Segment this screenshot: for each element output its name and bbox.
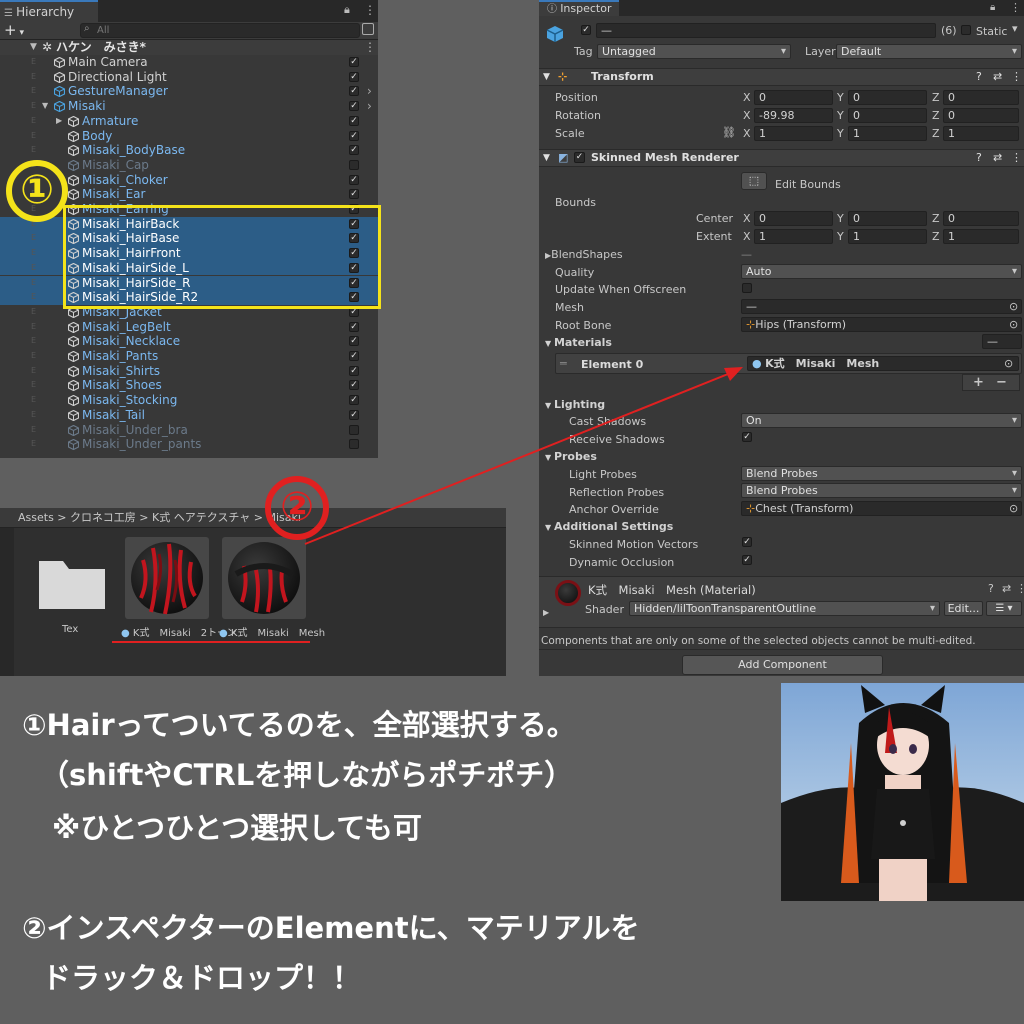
instruction-line-1: ①Hairってついてるのを、全部選択する。 <box>22 708 576 742</box>
instruction-line-4: ②インスペクターのElementに、マテリアルを <box>22 911 640 945</box>
instruction-line-5: ドラック＆ドロップ！！ <box>42 961 362 995</box>
instruction-line-2: （shiftやCTRLを押しながらポチポチ） <box>40 758 574 792</box>
avatar-preview-image <box>781 683 1024 901</box>
instruction-line-3: ※ひとつひとつ選択しても可 <box>52 811 422 845</box>
